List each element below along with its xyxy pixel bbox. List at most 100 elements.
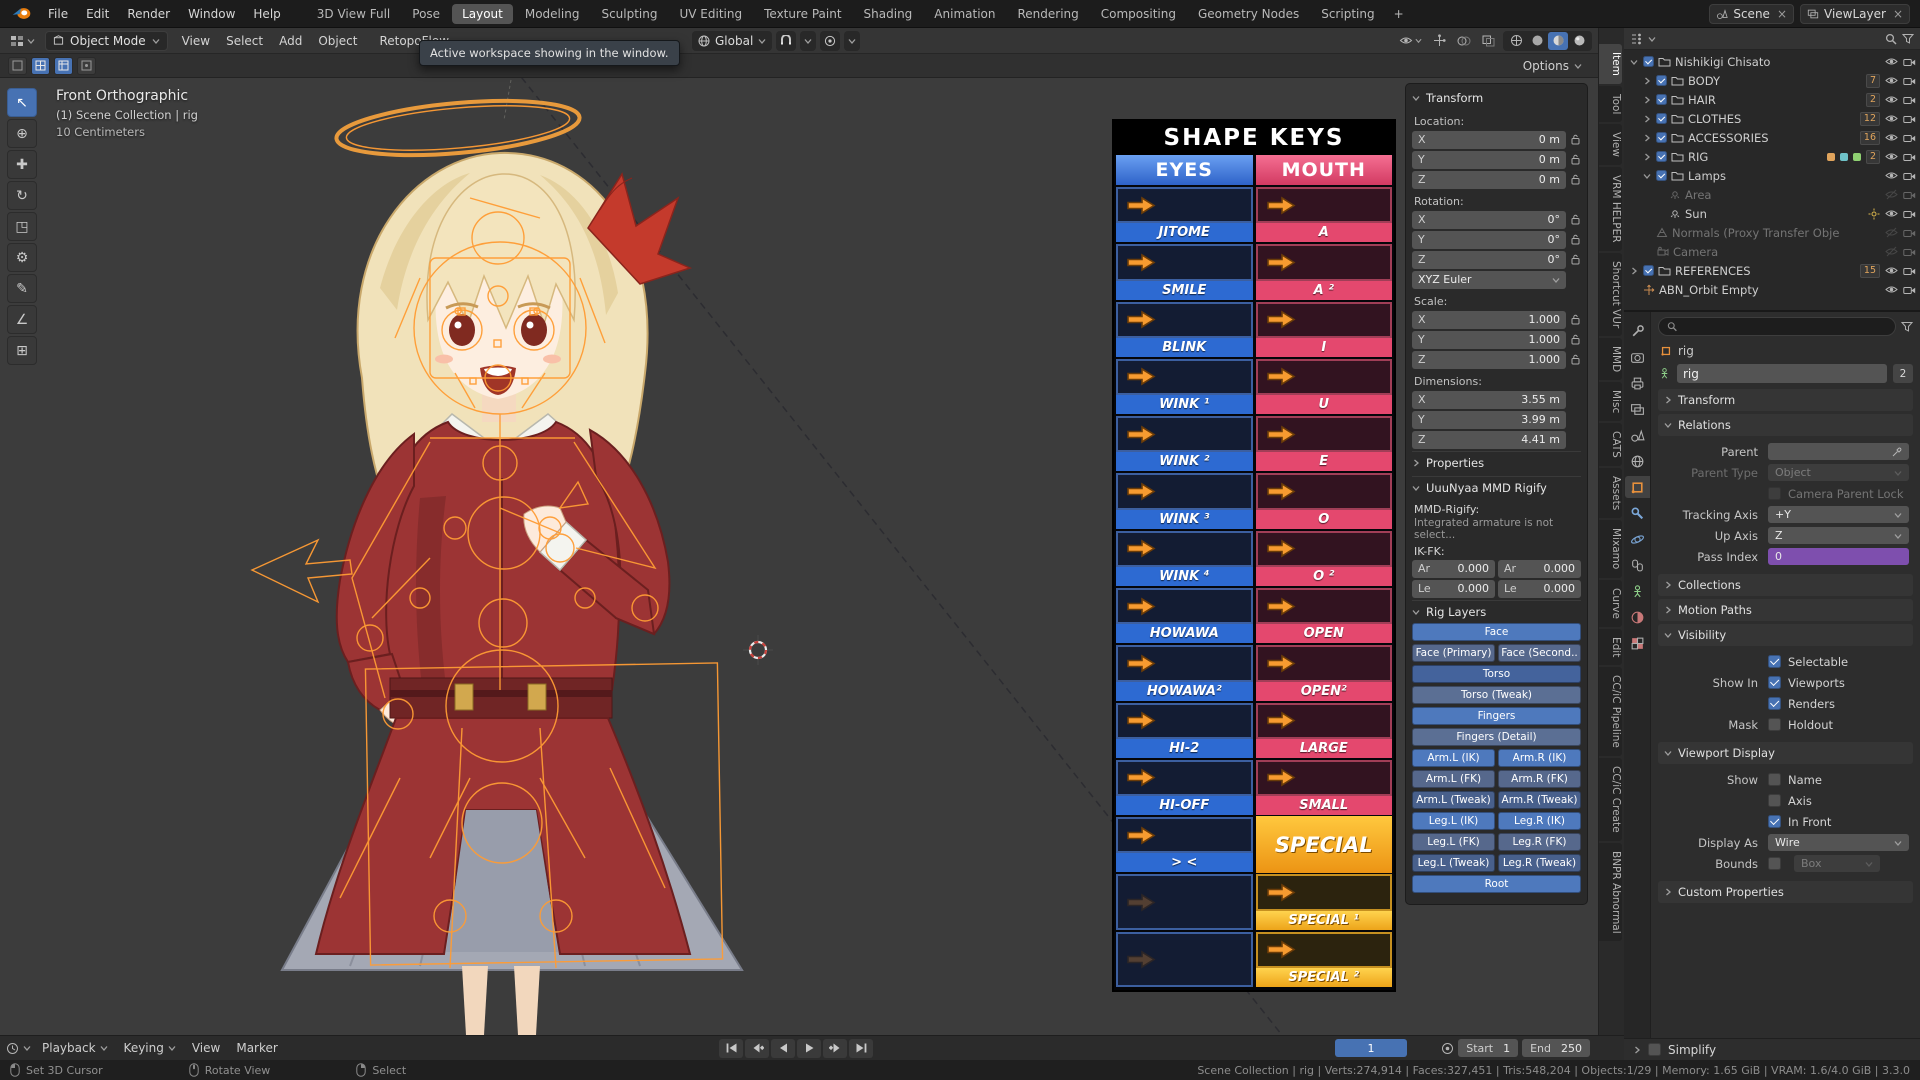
checkbox[interactable] <box>1768 655 1781 668</box>
tool-measure[interactable]: ∠ <box>7 305 37 334</box>
timeline-menu-view[interactable]: View <box>185 1037 227 1060</box>
shape-key-mouth-u[interactable]: U <box>1255 358 1392 415</box>
panel-header-viewport-display[interactable]: Viewport Display <box>1658 742 1913 764</box>
shape-key-special[interactable]: SPECIAL ² <box>1255 931 1392 988</box>
add-workspace-button[interactable]: + <box>1386 5 1412 23</box>
location-x-field[interactable]: X0 m <box>1412 130 1566 149</box>
properties-tab-render[interactable] <box>1625 346 1650 368</box>
lock-icon[interactable] <box>1569 314 1581 325</box>
viewport-menu-object[interactable]: Object <box>310 29 365 53</box>
rig-layer-leg-r-fk[interactable]: Leg.R (FK) <box>1498 833 1581 851</box>
hide-viewport-icon[interactable] <box>1885 151 1898 162</box>
tool-annotate[interactable]: ✎ <box>7 274 37 303</box>
show-gizmo-icon[interactable] <box>1430 32 1449 49</box>
tool-setting-toggle-2[interactable] <box>31 56 50 75</box>
tool-rotate[interactable]: ↻ <box>7 181 37 210</box>
ikfk-field-le-2[interactable]: Le 0.000 <box>1498 579 1581 598</box>
shape-key-mouth-open[interactable]: OPEN² <box>1255 644 1392 701</box>
blender-logo-icon[interactable] <box>6 7 37 20</box>
menu-help[interactable]: Help <box>244 1 289 27</box>
shape-key-mouth-i[interactable]: I <box>1255 301 1392 358</box>
checkbox[interactable] <box>1768 857 1781 870</box>
collection-checkbox[interactable] <box>1656 170 1667 181</box>
workspace-tab-3d-view-full[interactable]: 3D View Full <box>307 4 401 24</box>
outliner-row-clothes[interactable]: CLOTHES 12 <box>1624 109 1920 128</box>
panel-header-relations[interactable]: Relations <box>1658 414 1913 436</box>
timeline-menu-keying[interactable]: Keying <box>117 1037 183 1060</box>
hide-viewport-icon[interactable] <box>1885 246 1898 257</box>
panel-header-motion-paths[interactable]: Motion Paths <box>1658 599 1913 621</box>
proportional-settings-dropdown[interactable] <box>844 30 861 51</box>
disable-render-icon[interactable] <box>1903 152 1916 162</box>
shape-key-eyes-wink[interactable]: WINK ³ <box>1116 472 1253 529</box>
shape-key-eyes-wink[interactable]: WINK ¹ <box>1116 358 1253 415</box>
outliner-row-rig[interactable]: RIG 2 <box>1624 147 1920 166</box>
rig-layer-leg-r-tweak[interactable]: Leg.R (Tweak) <box>1498 854 1581 872</box>
sidebar-tab-cats[interactable]: CATS <box>1599 423 1622 467</box>
properties-tab-object-data[interactable] <box>1625 580 1650 602</box>
properties-panel-header[interactable]: Properties <box>1412 451 1581 474</box>
checkbox[interactable] <box>1768 815 1781 828</box>
sidebar-tab-curve[interactable]: Curve <box>1599 579 1622 627</box>
sidebar-tab-misc[interactable]: Misc <box>1599 382 1622 422</box>
hide-viewport-icon[interactable] <box>1885 113 1898 124</box>
visibility-dropdown-icon[interactable] <box>1396 33 1425 48</box>
collection-checkbox[interactable] <box>1643 56 1654 67</box>
workspace-tab-pose[interactable]: Pose <box>402 4 450 24</box>
holdout-checkbox[interactable]: Holdout <box>1768 718 1833 732</box>
tool-add-cube[interactable]: ⊞ <box>7 336 37 365</box>
outliner-row-accessories[interactable]: ACCESSORIES 16 <box>1624 128 1920 147</box>
properties-filter-icon[interactable] <box>1901 321 1913 332</box>
menu-render[interactable]: Render <box>118 1 179 27</box>
menu-edit[interactable]: Edit <box>77 1 118 27</box>
disable-render-icon[interactable] <box>1903 190 1916 200</box>
uuunyaa-mmd-rigify-panel-header[interactable]: UuuNyaa MMD Rigify <box>1412 476 1581 499</box>
lock-icon[interactable] <box>1569 234 1581 245</box>
outliner-filter-icon[interactable] <box>1902 33 1914 44</box>
rig-layer-face[interactable]: Face <box>1412 623 1581 641</box>
rotation-x-field[interactable]: X 0° <box>1412 210 1566 229</box>
auto-keying-icon[interactable] <box>1441 1042 1454 1055</box>
dimensions-z-field[interactable]: Z 4.41 m <box>1412 430 1566 449</box>
rotation-mode-dropdown[interactable]: XYZ Euler <box>1412 270 1566 289</box>
expander-icon[interactable] <box>1641 96 1652 104</box>
expander-icon[interactable] <box>1641 134 1652 142</box>
rig-layer-face-second[interactable]: Face (Second.. <box>1498 644 1581 662</box>
hide-viewport-icon[interactable] <box>1885 208 1898 219</box>
show-in-renders-checkbox[interactable]: Renders <box>1768 697 1835 711</box>
shape-key-eyes-howawa[interactable]: HOWAWA <box>1116 587 1253 644</box>
collection-checkbox[interactable] <box>1643 265 1654 276</box>
panel-header-collections[interactable]: Collections <box>1658 574 1913 596</box>
disable-render-icon[interactable] <box>1903 171 1916 181</box>
snap-toggle-icon[interactable] <box>776 30 797 51</box>
ikfk-field-ar-0[interactable]: Ar 0.000 <box>1412 559 1495 578</box>
play-reverse-button[interactable] <box>771 1038 795 1058</box>
dimensions-y-field[interactable]: Y 3.99 m <box>1412 410 1566 429</box>
properties-tab-object[interactable] <box>1624 476 1650 498</box>
transform-panel-header[interactable]: Transform <box>1412 86 1581 109</box>
properties-tab-output[interactable] <box>1625 372 1650 394</box>
outliner-row-normals-proxy-transfer-obje[interactable]: Normals (Proxy Transfer Obje <box>1624 223 1920 242</box>
workspace-tab-texture-paint[interactable]: Texture Paint <box>754 4 851 24</box>
timeline-menu-playback[interactable]: Playback <box>35 1037 115 1060</box>
rig-layers-panel-header[interactable]: Rig Layers <box>1412 600 1581 623</box>
simplify-checkbox[interactable] <box>1648 1043 1661 1056</box>
outliner-row-area[interactable]: Area <box>1624 185 1920 204</box>
lock-icon[interactable] <box>1569 254 1581 265</box>
object-name-field[interactable]: rig <box>1677 364 1887 383</box>
workspace-tab-layout[interactable]: Layout <box>452 3 513 24</box>
sidebar-tab-bnpr-abnormal[interactable]: BNPR Abnormal <box>1599 842 1622 942</box>
sidebar-tab-item[interactable]: Item <box>1599 44 1622 84</box>
jump-to-start-button[interactable] <box>719 1038 743 1058</box>
view-layer-unlink-icon[interactable]: × <box>1891 7 1903 21</box>
rig-layer-fingers-detail[interactable]: Fingers (Detail) <box>1412 728 1581 746</box>
rig-layer-arm-l-ik[interactable]: Arm.L (IK) <box>1412 749 1495 767</box>
rig-layer-torso-tweak[interactable]: Torso (Tweak) <box>1412 686 1581 704</box>
disable-render-icon[interactable] <box>1903 95 1916 105</box>
sidebar-tab-shortcut-vur[interactable]: Shortcut VUr <box>1599 252 1622 337</box>
viewport-menu-select[interactable]: Select <box>218 29 271 53</box>
users-count-badge[interactable]: 2 <box>1893 364 1913 383</box>
xray-toggle-icon[interactable] <box>1479 33 1498 49</box>
sidebar-tab-assets[interactable]: Assets <box>1599 468 1622 519</box>
show-in-viewports-checkbox[interactable]: Viewports <box>1768 676 1845 690</box>
